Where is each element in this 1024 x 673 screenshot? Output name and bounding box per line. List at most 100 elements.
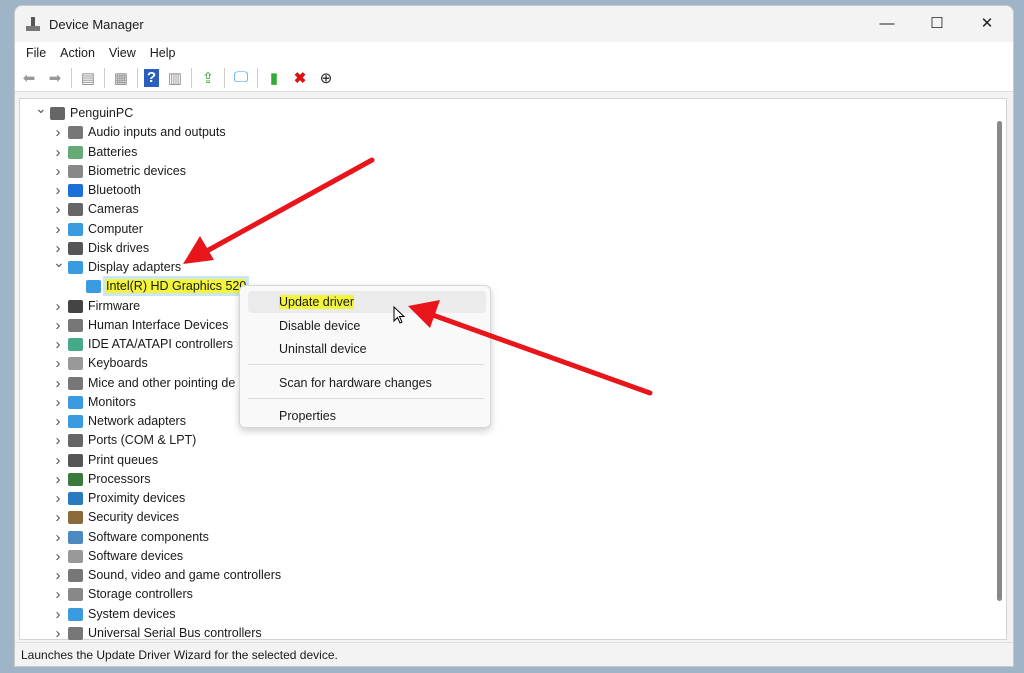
action-pane-icon[interactable]: ▥ <box>165 68 185 88</box>
chevron-down-icon[interactable]: ⌄ <box>53 254 65 271</box>
mouse-cursor-icon <box>393 306 406 324</box>
update-driver-icon[interactable]: ⇪ <box>198 68 218 88</box>
tree-item-label: Software components <box>88 529 209 544</box>
chevron-right-icon[interactable]: › <box>53 355 63 372</box>
menu-item-disable-device[interactable]: Disable device <box>248 315 486 337</box>
tree-category-item[interactable]: › Disk drives <box>20 239 980 258</box>
enable-device-icon[interactable]: ▮ <box>264 68 284 88</box>
tree-category-item[interactable]: › Print queues <box>20 451 980 470</box>
tree-category-item[interactable]: › Ports (COM & LPT) <box>20 431 980 450</box>
tree-category-item[interactable]: › Bluetooth <box>20 181 980 200</box>
tree-category-item[interactable]: › Audio inputs and outputs <box>20 123 980 142</box>
tree-category-item[interactable]: › Universal Serial Bus controllers <box>20 624 980 643</box>
device-tree[interactable]: ⌄ PenguinPC › Audio inputs and outputs › Batt… <box>19 98 1007 643</box>
tree-category-item[interactable]: › Sound, video and game controllers <box>20 566 980 585</box>
chevron-right-icon[interactable]: › <box>53 586 63 603</box>
menu-item-uninstall-device[interactable]: Uninstall device <box>248 338 486 360</box>
menu-item-properties[interactable]: Properties <box>248 405 486 427</box>
show-hide-console-tree-icon[interactable]: ▤ <box>78 68 98 88</box>
chevron-right-icon[interactable]: › <box>53 375 63 392</box>
human-interface-devices-icon <box>68 318 83 332</box>
chevron-right-icon[interactable]: › <box>53 548 63 565</box>
chevron-right-icon[interactable]: › <box>53 471 63 488</box>
chevron-right-icon[interactable]: › <box>53 606 63 623</box>
chevron-right-icon[interactable]: › <box>53 432 63 449</box>
menu-action[interactable]: Action <box>53 46 102 60</box>
tree-item-label: Storage controllers <box>88 587 193 602</box>
forward-icon[interactable]: ➡ <box>45 68 65 88</box>
chevron-right-icon[interactable]: › <box>53 124 63 141</box>
menu-file[interactable]: File <box>19 46 53 60</box>
firmware-icon <box>68 299 83 313</box>
help-icon[interactable]: ? <box>144 68 159 87</box>
mice-and-other-pointing-de-icon <box>68 376 83 390</box>
tree-category-item[interactable]: › Proximity devices <box>20 489 980 508</box>
chevron-down-icon[interactable]: ⌄ <box>35 100 47 117</box>
chevron-right-icon[interactable]: › <box>53 625 63 642</box>
chevron-right-icon[interactable]: › <box>53 336 63 353</box>
tree-category-item[interactable]: › Security devices <box>20 508 980 527</box>
tree-category-item[interactable]: › Cameras <box>20 200 980 219</box>
chevron-right-icon[interactable]: › <box>53 201 63 218</box>
tree-category-item[interactable]: › Batteries <box>20 143 980 162</box>
penguinpc-icon <box>50 107 65 120</box>
chevron-right-icon[interactable]: › <box>53 490 63 507</box>
scrollbar[interactable] <box>997 121 1002 601</box>
tree-category-item[interactable]: › Biometric devices <box>20 162 980 181</box>
tree-item-label: Mice and other pointing de <box>88 375 236 390</box>
chevron-right-icon[interactable]: › <box>53 509 63 526</box>
tree-category-item[interactable]: › Mice and other pointing de <box>20 374 980 393</box>
tree-category-item[interactable]: › Software components <box>20 528 980 547</box>
tree-category-item[interactable]: › Network adapters <box>20 412 980 431</box>
tree-category-item[interactable]: › Computer <box>20 220 980 239</box>
tree-category-item[interactable]: › IDE ATA/ATAPI controllers <box>20 335 980 354</box>
tree-item-label: Audio inputs and outputs <box>88 125 226 140</box>
tree-category-item[interactable]: › Monitors <box>20 393 980 412</box>
tree-category-item[interactable]: › Keyboards <box>20 354 980 373</box>
menu-item-scan-hardware[interactable]: Scan for hardware changes <box>248 372 486 394</box>
sound-video-and-game-controllers-icon <box>68 569 83 582</box>
software-components-icon <box>68 530 83 544</box>
chevron-right-icon[interactable]: › <box>53 221 63 238</box>
uninstall-icon[interactable]: ✖ <box>290 68 310 88</box>
tree-category-item[interactable]: ⌄ Display adapters <box>20 254 980 277</box>
chevron-right-icon[interactable]: › <box>53 182 63 199</box>
tree-category-item[interactable]: › Firmware <box>20 297 980 316</box>
disable-icon[interactable]: ⊕ <box>316 68 336 88</box>
chevron-right-icon[interactable]: › <box>53 163 63 180</box>
tree-item-label: IDE ATA/ATAPI controllers <box>88 337 233 351</box>
chevron-right-icon[interactable]: › <box>53 317 63 334</box>
chevron-right-icon[interactable]: › <box>53 394 63 411</box>
chevron-right-icon[interactable]: › <box>53 529 63 546</box>
tree-category-item[interactable]: › Storage controllers <box>20 585 980 604</box>
back-icon[interactable]: ⬅ <box>19 68 39 88</box>
chevron-right-icon[interactable]: › <box>53 452 63 469</box>
close-button[interactable]: ✕ <box>962 6 1012 40</box>
minimize-button[interactable]: — <box>862 6 912 40</box>
tree-category-item[interactable]: › Software devices <box>20 547 980 566</box>
tree-category-item[interactable]: › System devices <box>20 605 980 624</box>
toolbar-separator <box>104 67 105 88</box>
menu-separator <box>248 364 484 365</box>
chevron-right-icon[interactable]: › <box>53 298 63 315</box>
network-adapters-icon <box>68 415 83 428</box>
tree-item-label: Security devices <box>88 510 180 525</box>
chevron-right-icon[interactable]: › <box>53 413 63 430</box>
tree-category-item[interactable]: › Human Interface Devices <box>20 316 980 335</box>
scan-hardware-icon[interactable]: 🖵 <box>231 68 251 88</box>
tree-category-item[interactable]: › Processors <box>20 470 980 489</box>
tree-device-item[interactable]: Intel(R) HD Graphics 520 <box>20 276 980 297</box>
audio-inputs-and-outputs-icon <box>68 126 83 140</box>
menu-item-update-driver[interactable]: Update driver <box>248 291 486 313</box>
chevron-right-icon[interactable]: › <box>53 144 63 161</box>
chevron-right-icon[interactable]: › <box>53 567 63 584</box>
menu-help[interactable]: Help <box>143 46 183 60</box>
maximize-button[interactable]: ☐ <box>912 6 962 40</box>
device-manager-window: Device Manager — ☐ ✕ File Action View He… <box>14 5 1014 667</box>
cameras-icon <box>68 203 83 217</box>
tree-item-label: Computer <box>88 221 143 236</box>
menu-view[interactable]: View <box>102 46 143 60</box>
tree-root[interactable]: ⌄ PenguinPC <box>20 100 980 123</box>
properties-icon[interactable]: ▦ <box>111 68 131 88</box>
batteries-icon <box>68 145 83 159</box>
